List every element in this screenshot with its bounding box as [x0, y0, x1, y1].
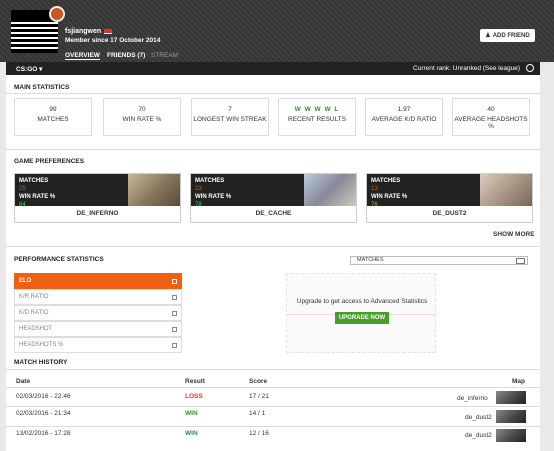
- map-thumbnail: [496, 429, 526, 442]
- perf-item-headshot[interactable]: HEADSHOT: [14, 321, 182, 337]
- lock-icon: [172, 279, 177, 284]
- profile-header: fsjiangwen Member since 17 October 2014 …: [0, 0, 554, 62]
- upgrade-message: Upgrade to get access to Advanced Statis…: [296, 298, 428, 305]
- member-since: Member since 17 October 2014: [65, 37, 161, 44]
- lock-icon: [172, 343, 177, 348]
- game-selector[interactable]: CS:GO ▾: [16, 65, 42, 73]
- match-history-title: MATCH HISTORY: [14, 359, 68, 366]
- col-result: Result: [185, 378, 205, 385]
- game-bar: CS:GO ▾ Current rank: Unranked (See leag…: [6, 62, 540, 75]
- map-thumbnail: [496, 410, 526, 423]
- tab-overview[interactable]: OVERVIEW: [65, 52, 100, 60]
- map-card-dust2[interactable]: MATCHES 13 WIN RATE % 76 DE_DUST2: [366, 173, 533, 223]
- country-flag-icon: [104, 28, 113, 34]
- stat-headshots: 40 AVERAGE HEADSHOTS %: [452, 98, 530, 136]
- stat-matches: 99 MATCHES: [14, 98, 92, 136]
- map-card-cache[interactable]: MATCHES 23 WIN RATE % 78 DE_CACHE: [190, 173, 357, 223]
- username: fsjiangwen: [65, 28, 113, 35]
- main-statistics-title: MAIN STATISTICS: [14, 84, 70, 91]
- lock-icon: [172, 295, 177, 300]
- add-friend-button[interactable]: ♟ ADD FRIEND: [480, 29, 535, 42]
- perf-item-elo[interactable]: ELO: [14, 273, 182, 289]
- performance-title: PERFORMANCE STATISTICS: [14, 256, 104, 263]
- perf-item-headshots-pct[interactable]: HEADSHOTS %: [14, 337, 182, 353]
- current-rank[interactable]: Current rank: Unranked (See league): [413, 65, 520, 72]
- advanced-stats-upsell: Upgrade to get access to Advanced Statis…: [286, 273, 437, 353]
- stat-win-rate: 70 WIN RATE %: [103, 98, 181, 136]
- stat-longest-streak: 7 LONGEST WIN STREAK: [191, 98, 269, 136]
- show-more-button[interactable]: SHOW MORE: [493, 231, 535, 238]
- stat-range-select[interactable]: MATCHES: [350, 256, 528, 265]
- map-thumbnail: [496, 391, 526, 404]
- perf-item-kd-ratio[interactable]: K/D RATIO: [14, 305, 182, 321]
- dropdown-icon: [516, 258, 525, 264]
- col-date: Date: [16, 378, 31, 385]
- col-score: Score: [249, 378, 268, 385]
- level-badge-icon: [49, 6, 65, 22]
- profile-tabs: OVERVIEW FRIENDS (7) STREAM: [0, 48, 554, 62]
- perf-item-kr-ratio[interactable]: K/R RATIO: [14, 289, 182, 305]
- tab-stream[interactable]: STREAM: [151, 52, 178, 59]
- lock-icon: [172, 327, 177, 332]
- info-icon[interactable]: [526, 64, 534, 72]
- stat-recent-results: W W W W L RECENT RESULTS: [278, 98, 356, 136]
- person-icon: ♟: [485, 33, 491, 39]
- tab-friends[interactable]: FRIENDS (7): [107, 52, 145, 59]
- profile-panel: MAIN STATISTICS 99 MATCHES 70 WIN RATE % 7…: [6, 75, 540, 451]
- map-thumbnail: [480, 174, 532, 206]
- map-card-inferno[interactable]: MATCHES 25 WIN RATE % 64 DE_INFERNO: [14, 173, 181, 223]
- scrollbar[interactable]: [540, 75, 554, 451]
- col-map: Map: [512, 378, 525, 385]
- avatar: [11, 6, 65, 53]
- lock-icon: [172, 311, 177, 316]
- stat-kd-ratio: 1.97 AVERAGE K/D RATIO: [365, 98, 443, 136]
- upgrade-now-button[interactable]: UPGRADE NOW: [335, 312, 389, 324]
- map-thumbnail: [304, 174, 356, 206]
- game-preferences-title: GAME PREFERENCES: [14, 158, 85, 165]
- map-thumbnail: [128, 174, 180, 206]
